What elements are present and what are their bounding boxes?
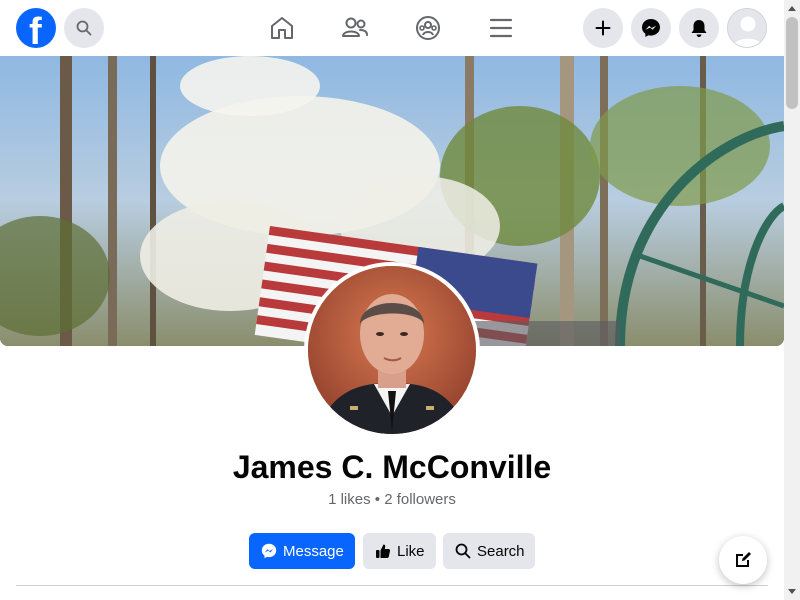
plus-icon — [595, 20, 611, 36]
scroll-down-arrow[interactable] — [784, 584, 800, 600]
section-divider — [16, 585, 768, 586]
chevron-down-icon — [788, 589, 796, 594]
compose-icon — [736, 552, 751, 567]
messenger-icon — [261, 543, 277, 559]
thumbs-up-icon — [375, 543, 391, 559]
nav-groups[interactable] — [412, 12, 444, 44]
profile-stats[interactable]: 1 likes • 2 followers — [0, 490, 784, 510]
create-button[interactable] — [583, 8, 623, 48]
bell-icon — [691, 20, 707, 37]
account-avatar[interactable] — [727, 8, 767, 48]
home-icon — [271, 17, 293, 39]
profile-name: James C. McConville — [232, 449, 552, 485]
search-button-label: Search — [477, 542, 525, 560]
groups-icon — [416, 16, 440, 40]
nav-menu[interactable] — [485, 12, 517, 44]
new-message-button[interactable] — [719, 536, 767, 584]
like-button[interactable]: Like — [363, 533, 436, 569]
scrollbar-thumb[interactable] — [786, 17, 798, 109]
nav-home[interactable] — [266, 12, 298, 44]
messenger-icon — [642, 19, 660, 37]
friends-icon — [342, 17, 368, 37]
message-button-label: Message — [283, 542, 344, 560]
default-avatar-icon — [728, 9, 766, 47]
profile-photo[interactable] — [304, 262, 480, 438]
facebook-logo-letter: f — [29, 11, 42, 48]
search-profile-button[interactable]: Search — [443, 533, 535, 569]
messenger-button[interactable] — [631, 8, 671, 48]
facebook-logo[interactable]: f — [16, 8, 56, 48]
nav-friends[interactable] — [339, 12, 371, 44]
profile-page: f James C. McConville 1 likes • 2 follow… — [0, 0, 800, 600]
message-button[interactable]: Message — [249, 533, 355, 569]
page-scrollbar[interactable] — [784, 0, 800, 600]
like-button-label: Like — [397, 542, 425, 560]
menu-icon — [489, 18, 513, 38]
notifications-button[interactable] — [679, 8, 719, 48]
chevron-up-icon — [788, 6, 796, 11]
top-navigation-bar: f — [0, 0, 784, 56]
scroll-up-arrow[interactable] — [784, 0, 800, 16]
search-icon — [455, 543, 471, 559]
profile-photo-image — [308, 266, 476, 434]
search-button[interactable] — [64, 8, 104, 48]
search-icon — [76, 20, 92, 36]
